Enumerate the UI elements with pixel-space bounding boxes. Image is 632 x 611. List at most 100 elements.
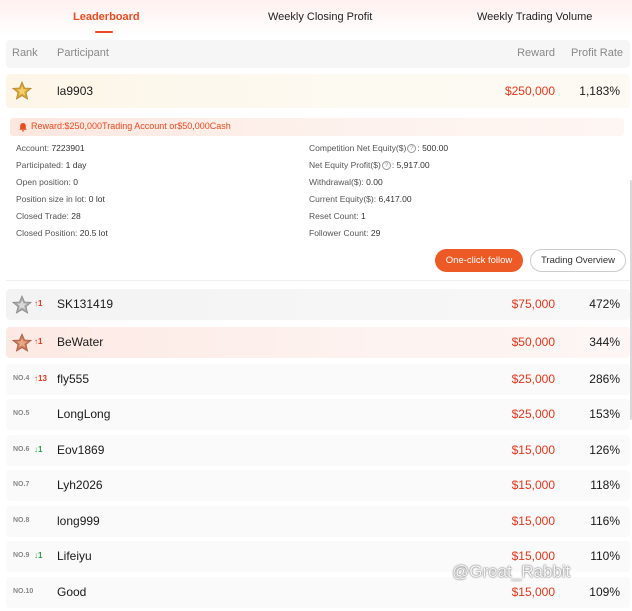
table-row[interactable]: ↑1 SK131419 $75,000 472% [6,289,630,320]
header-reward: Reward [517,47,555,59]
info-label: Account: [16,143,50,153]
info-value: 28 [71,211,81,221]
reward-value: $250,000 [504,84,555,98]
tab-weekly-trading-volume[interactable]: Weekly Trading Volume [477,11,592,23]
withdrawal-info: Withdrawal($): 0.00 [309,177,383,187]
table-row[interactable]: NO.5 LongLong $25,000 153% [6,399,630,430]
gold-medal-icon [12,81,32,100]
account-info: Account: 7223901 [16,143,85,153]
profit-rate-value: 118% [590,478,620,492]
participant-name[interactable]: Lyh2026 [57,478,103,492]
info-label: Closed Trade: [16,211,69,221]
participant-name[interactable]: Good [57,585,86,599]
reward-value: $15,000 [511,585,555,599]
competition-net-equity-info: Competition Net Equity($)?: 500.00 [309,143,449,154]
profit-rate-value: 286% [589,372,620,386]
participant-name[interactable]: SK131419 [57,297,113,311]
current-equity-info: Current Equity($): 6,417.00 [309,194,412,204]
reward-banner: Reward:$250,000Trading Account or$50,000… [10,118,624,136]
participant-name[interactable]: LongLong [57,407,110,421]
info-label: Withdrawal($): [309,177,364,187]
bell-icon [19,123,27,132]
reset-count-info: Reset Count: 1 [309,211,366,221]
rank-change-up: ↑1 [34,299,43,308]
info-value: 1 day [65,160,87,170]
rank-label: NO.8 [13,517,30,524]
info-label: Reset Count: [309,211,359,221]
rank-change-up: ↑1 [34,337,43,346]
rank-label: NO.5 [13,410,30,417]
profit-rate-value: 109% [589,585,620,599]
header-rank: Rank [12,47,38,59]
info-label: Follower Count: [309,228,369,238]
info-value: 500.00 [422,143,449,153]
info-value: 20.5 lot [79,228,108,238]
reward-value: $25,000 [511,372,555,386]
info-value: 7223901 [51,143,85,153]
info-label: Closed Position: [16,228,78,238]
participant-name[interactable]: fly555 [57,372,89,386]
rank-label: NO.10 [13,588,34,595]
reward-value: $50,000 [511,335,555,349]
info-value: 0 lot [88,194,105,204]
profit-rate-value: 344% [589,335,620,349]
reward-value: $75,000 [511,297,555,311]
table-row[interactable]: NO.4 ↑13 fly555 $25,000 286% [6,364,630,395]
silver-medal-icon [12,295,32,314]
position-size-info: Position size in lot: 0 lot [16,194,105,204]
profit-rate-value: 126% [589,443,620,457]
info-value: 29 [370,228,381,238]
participant-detail-panel: Reward:$250,000Trading Account or$50,000… [6,110,630,281]
participant-name[interactable]: la9903 [57,84,93,98]
table-row[interactable]: NO.8 long999 $15,000 116% [6,506,630,537]
participated-info: Participated: 1 day [16,160,86,170]
info-label: Current Equity($): [309,194,377,204]
follower-count-info: Follower Count: 29 [309,228,380,238]
rank-label: NO.6 [13,446,30,453]
help-icon[interactable]: ? [381,161,391,171]
rank-change-down: ↓1 [34,551,43,560]
active-tab-indicator [95,31,113,33]
profit-rate-value: 153% [589,407,620,421]
reward-text: Reward:$250,000Trading Account or$50,000… [31,121,231,131]
header-participant: Participant [57,47,109,59]
one-click-follow-button[interactable]: One-click follow [435,249,523,272]
rank-label: NO.4 [13,375,30,382]
rank-change-up: ↑13 [34,374,47,383]
net-equity-profit-info: Net Equity Profit($)?: 5,917.00 [309,160,430,171]
profit-rate-value: 110% [590,549,620,563]
profit-rate-value: 116% [590,514,620,528]
watermark-text: @Great_Rabbit [452,562,571,581]
profit-rate-value: 472% [589,297,620,311]
tab-weekly-closing-profit[interactable]: Weekly Closing Profit [268,11,372,23]
reward-value: $15,000 [511,549,555,563]
participant-name[interactable]: Lifeiyu [57,549,92,563]
info-value: 0.00 [366,177,383,187]
participant-name[interactable]: BeWater [57,335,103,349]
reward-value: $15,000 [511,514,555,528]
info-label: Net Equity Profit($) [309,160,381,170]
info-label: Position size in lot: [16,194,87,204]
participant-name[interactable]: Eov1869 [57,443,104,457]
info-label: Competition Net Equity($) [309,143,407,153]
info-label: Participated: [16,160,64,170]
tab-bar: Leaderboard Weekly Closing Profit Weekly… [0,0,632,36]
info-value: 5,917.00 [396,160,430,170]
table-header: Rank Participant Reward Profit Rate [6,40,630,68]
closed-trade-info: Closed Trade: 28 [16,211,81,221]
reward-value: $15,000 [511,478,555,492]
table-row[interactable]: la9903 $250,000 1,183% [6,74,630,108]
help-icon[interactable]: ? [407,144,417,154]
rank-label: NO.7 [13,481,30,488]
info-value: 6,417.00 [378,194,412,204]
table-row[interactable]: NO.7 Lyh2026 $15,000 118% [6,470,630,501]
trading-overview-button[interactable]: Trading Overview [530,249,626,272]
participant-name[interactable]: long999 [57,514,100,528]
table-row[interactable]: ↑1 BeWater $50,000 344% [6,327,630,358]
tab-leaderboard[interactable]: Leaderboard [73,11,140,23]
table-row[interactable]: NO.6 ↓1 Eov1869 $15,000 126% [6,435,630,466]
info-value: 1 [361,211,366,221]
open-position-info: Open position: 0 [16,177,78,187]
info-value: 0 [73,177,78,187]
bronze-medal-icon [12,333,32,352]
